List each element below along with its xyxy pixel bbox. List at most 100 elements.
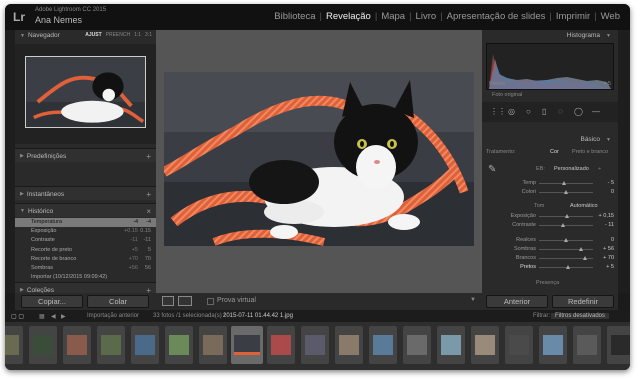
filmstrip-thumb[interactable] <box>267 326 295 364</box>
image-canvas[interactable] <box>156 30 482 293</box>
module-livro[interactable]: Livro <box>412 11 441 22</box>
spot-removal-icon[interactable]: ○ <box>526 107 531 116</box>
collapse-triangle-icon[interactable]: ▼ <box>606 33 611 39</box>
tone-auto-button[interactable]: Automático <box>570 203 598 209</box>
slider-knob[interactable] <box>582 256 587 260</box>
reset-button[interactable]: Redefinir <box>552 295 614 308</box>
history-item[interactable]: Sombras +56 56 <box>15 264 156 273</box>
filmstrip-thumb[interactable] <box>335 326 363 364</box>
previous-button[interactable]: Anterior <box>486 295 548 308</box>
crop-tool-icon[interactable]: ◎ <box>508 107 515 116</box>
expand-triangle-icon[interactable]: ▶ <box>20 191 24 197</box>
source-label[interactable]: Importação anterior <box>87 313 139 319</box>
history-item[interactable]: Exposição +0.15 0.15 <box>15 227 156 236</box>
filmstrip-thumb[interactable] <box>301 326 329 364</box>
slider-value[interactable]: 0 <box>611 237 614 243</box>
filmstrip-thumb[interactable] <box>505 326 533 364</box>
forward-arrow-icon[interactable]: ▶ <box>61 313 66 320</box>
filmstrip-thumb[interactable] <box>403 326 431 364</box>
original-photo-label[interactable]: Foto original <box>492 92 522 98</box>
filmstrip-thumb-selected[interactable] <box>231 326 263 364</box>
grid-overlay-icon[interactable]: ⋮⋮ <box>490 107 506 116</box>
slider-tint[interactable]: Colori 0 <box>482 188 618 196</box>
filmstrip-thumb[interactable] <box>539 326 567 364</box>
grid-view-icon[interactable]: ▦ <box>39 313 45 320</box>
filmstrip-thumb[interactable] <box>573 326 601 364</box>
filmstrip-thumb[interactable] <box>471 326 499 364</box>
treatment-color-option[interactable]: Cor <box>550 149 559 155</box>
filter-dropdown[interactable]: Filtros desativados <box>551 313 610 319</box>
add-preset-icon[interactable]: + <box>146 152 151 161</box>
histogram[interactable]: Pretos + 5 <box>486 43 614 90</box>
collapse-triangle-icon[interactable]: ▼ <box>606 137 611 143</box>
slider-knob[interactable] <box>564 190 568 194</box>
filmstrip-thumb[interactable] <box>63 326 91 364</box>
filmstrip-thumb[interactable] <box>437 326 465 364</box>
slider-value[interactable]: 0 <box>611 189 614 195</box>
slider-blacks[interactable]: Pretos + 5 <box>482 263 618 271</box>
filmstrip-thumb[interactable] <box>165 326 193 364</box>
filmstrip-thumb[interactable] <box>369 326 397 364</box>
slider-knob[interactable] <box>562 181 567 185</box>
filmstrip-thumb[interactable] <box>97 326 125 364</box>
zoom-fit[interactable]: AJUST <box>85 32 101 38</box>
filmstrip-thumb[interactable] <box>131 326 159 364</box>
histogram-header[interactable]: Histograma ▼ <box>482 30 618 41</box>
filmstrip[interactable] <box>5 322 630 370</box>
zoom-fill[interactable]: PREENCH <box>106 32 130 38</box>
before-after-icon[interactable] <box>178 296 192 306</box>
module-mapa[interactable]: Mapa <box>377 11 409 22</box>
soft-proof-checkbox[interactable] <box>207 298 214 305</box>
collapse-triangle-icon[interactable]: ▼ <box>20 208 25 214</box>
history-item[interactable]: Recorte de branco +70 70 <box>15 255 156 264</box>
history-item[interactable]: Contraste -11 -11 <box>15 236 156 245</box>
slider-exposure[interactable]: Exposição + 0,15 <box>482 212 618 220</box>
copy-button[interactable]: Copiar... <box>21 295 83 308</box>
history-item[interactable]: Importar (10/12/2015 09:09:42) <box>15 273 156 282</box>
slider-value[interactable]: - 5 <box>608 180 614 186</box>
slider-value[interactable]: + 0,15 <box>599 213 614 219</box>
slider-knob[interactable] <box>565 265 570 269</box>
snapshots-section[interactable]: ▶ Instantâneos + <box>15 186 156 200</box>
clear-history-icon[interactable]: × <box>146 207 151 216</box>
basic-header[interactable]: Básico ▼ <box>482 134 618 145</box>
expand-triangle-icon[interactable]: ▶ <box>20 153 24 159</box>
slider-knob[interactable] <box>565 214 570 218</box>
navigator-thumbnail[interactable] <box>25 56 146 128</box>
filmstrip-thumb[interactable] <box>199 326 227 364</box>
graduated-filter-icon[interactable]: ◌ <box>558 107 563 116</box>
slider-value[interactable]: + 70 <box>603 255 614 261</box>
collapse-triangle-icon[interactable]: ▼ <box>20 33 25 39</box>
history-item[interactable]: Recorte de preto +5 5 <box>15 246 156 255</box>
slider-knob[interactable] <box>560 223 565 227</box>
slider-shadows[interactable]: Sombras + 56 <box>482 245 618 253</box>
filmstrip-thumb[interactable] <box>5 326 23 364</box>
secondary-display-icon[interactable]: ▢ ▢ <box>11 313 24 320</box>
slider-whites[interactable]: Brancos + 70 <box>482 254 618 262</box>
eyedropper-icon[interactable]: ✎ <box>488 164 496 175</box>
history-item[interactable]: Temperatura -4 -4 <box>15 218 156 228</box>
filmstrip-thumb[interactable] <box>607 326 630 364</box>
paste-button[interactable]: Colar <box>87 295 149 308</box>
treatment-bw-option[interactable]: Preto e branco <box>572 149 608 155</box>
slider-contrast[interactable]: Contraste - 11 <box>482 221 618 229</box>
right-panel-scrollbar[interactable] <box>618 30 630 293</box>
module-revelacao[interactable]: Revelação <box>322 11 375 22</box>
loupe-view-icon[interactable] <box>162 296 174 306</box>
history-section[interactable]: ▼ Histórico × <box>15 203 156 217</box>
module-web[interactable]: Web <box>597 11 624 22</box>
wb-dropdown-arrow-icon[interactable]: ÷ <box>598 166 601 172</box>
toolbar-menu-arrow-icon[interactable]: ▼ <box>470 297 476 303</box>
brush-icon[interactable]: — <box>592 107 600 116</box>
slider-knob[interactable] <box>579 247 584 251</box>
add-snapshot-icon[interactable]: + <box>146 190 151 199</box>
redeye-icon[interactable]: ▯ <box>542 107 546 116</box>
slider-value[interactable]: + 5 <box>606 264 614 270</box>
zoom-1-1[interactable]: 1:1 <box>134 32 141 38</box>
module-biblioteca[interactable]: Biblioteca <box>270 11 319 22</box>
slider-temp[interactable]: Temp - 5 <box>482 179 618 187</box>
module-imprimir[interactable]: Imprimir <box>552 11 594 22</box>
presets-section[interactable]: ▶ Predefinições + <box>15 148 156 162</box>
slider-value[interactable]: + 56 <box>603 246 614 252</box>
slider-knob[interactable] <box>564 238 568 242</box>
